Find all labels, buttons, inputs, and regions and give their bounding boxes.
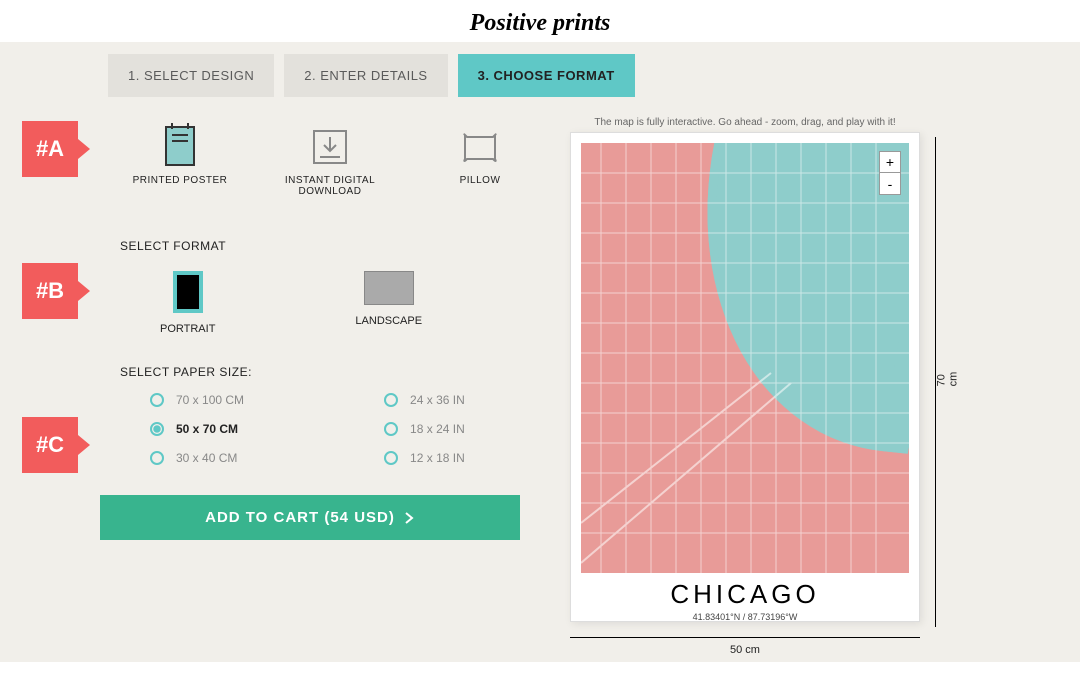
tab-choose-format[interactable]: 3. CHOOSE FORMAT xyxy=(458,54,635,97)
brand-logo: Positive prints xyxy=(0,0,1080,42)
width-dimension-label: 50 cm xyxy=(730,644,760,656)
cart-button-label: ADD TO CART (54 USD) xyxy=(205,509,395,526)
size-label: 18 x 24 IN xyxy=(410,422,465,436)
product-label: PRINTED POSTER xyxy=(133,175,228,186)
poster-coordinates: 41.83401°N / 87.73196°W xyxy=(581,612,909,622)
radio-icon xyxy=(384,393,398,407)
map-hint: The map is fully interactive. Go ahead -… xyxy=(570,117,920,128)
radio-icon xyxy=(150,422,164,436)
format-landscape[interactable]: LANDSCAPE xyxy=(355,271,422,335)
radio-icon xyxy=(150,451,164,465)
radio-icon xyxy=(384,451,398,465)
size-label: 12 x 18 IN xyxy=(410,451,465,465)
zoom-in-button[interactable]: + xyxy=(879,151,901,173)
radio-icon xyxy=(384,422,398,436)
height-dimension-label: 70 cm xyxy=(935,372,959,387)
format-portrait[interactable]: PORTRAIT xyxy=(160,271,215,335)
product-label: INSTANT DIGITAL DOWNLOAD xyxy=(270,175,390,197)
size-label: 30 x 40 CM xyxy=(176,451,237,465)
paper-size-title: SELECT PAPER SIZE: xyxy=(120,365,540,379)
add-to-cart-button[interactable]: ADD TO CART (54 USD) xyxy=(100,495,520,540)
street-grid xyxy=(581,143,909,573)
poster-title: CHICAGO xyxy=(581,579,909,610)
product-printed-poster[interactable]: PRINTED POSTER xyxy=(120,117,240,197)
size-label: 50 x 70 CM xyxy=(176,422,238,436)
size-label: 70 x 100 CM xyxy=(176,393,244,407)
zoom-out-button[interactable]: - xyxy=(879,173,901,195)
size-30x40cm[interactable]: 30 x 40 CM xyxy=(150,451,244,465)
pillow-icon xyxy=(459,129,501,167)
download-icon xyxy=(310,127,350,167)
size-24x36in[interactable]: 24 x 36 IN xyxy=(384,393,465,407)
callout-b: #B xyxy=(22,263,78,319)
size-18x24in[interactable]: 18 x 24 IN xyxy=(384,422,465,436)
chevron-right-icon xyxy=(403,512,415,524)
tab-enter-details[interactable]: 2. ENTER DETAILS xyxy=(284,54,447,97)
tab-select-design[interactable]: 1. SELECT DESIGN xyxy=(108,54,274,97)
size-12x18in[interactable]: 12 x 18 IN xyxy=(384,451,465,465)
callout-a: #A xyxy=(22,121,78,177)
size-label: 24 x 36 IN xyxy=(410,393,465,407)
poster-preview: + - CHICAGO 41.83401°N / 87.73196°W xyxy=(570,132,920,622)
callout-c: #C xyxy=(22,417,78,473)
format-title: SELECT FORMAT xyxy=(120,239,540,253)
product-pillow[interactable]: PILLOW xyxy=(420,117,540,197)
format-label: PORTRAIT xyxy=(160,323,215,335)
size-50x70cm[interactable]: 50 x 70 CM xyxy=(150,422,244,436)
map-canvas[interactable]: + - xyxy=(581,143,909,573)
product-label: PILLOW xyxy=(460,175,501,186)
product-digital-download[interactable]: INSTANT DIGITAL DOWNLOAD xyxy=(270,117,390,197)
printed-poster-icon xyxy=(162,121,198,167)
radio-icon xyxy=(150,393,164,407)
format-label: LANDSCAPE xyxy=(355,315,422,327)
landscape-icon xyxy=(364,271,414,305)
size-70x100cm[interactable]: 70 x 100 CM xyxy=(150,393,244,407)
tab-bar: 1. SELECT DESIGN 2. ENTER DETAILS 3. CHO… xyxy=(108,54,1080,97)
portrait-icon xyxy=(173,271,203,313)
width-dimension-line xyxy=(570,637,920,638)
